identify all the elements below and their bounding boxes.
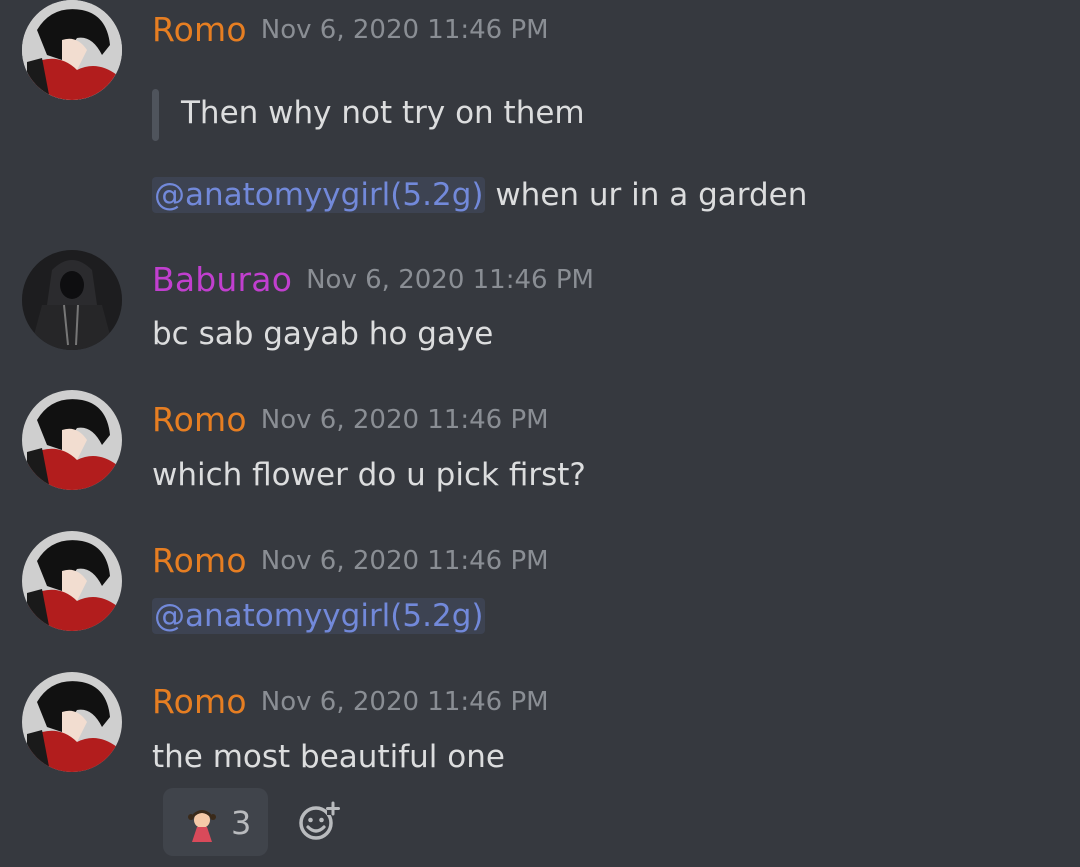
avatar-baburao[interactable] (22, 250, 122, 350)
chat-messages: Romo Nov 6, 2020 11:46 PM Then why not tr… (0, 0, 1080, 867)
username[interactable]: Baburao (152, 260, 292, 299)
anime-avatar-icon (22, 672, 122, 772)
message-header: Baburao Nov 6, 2020 11:46 PM (152, 260, 594, 299)
quote-bar (152, 89, 159, 141)
avatar-romo[interactable] (22, 531, 122, 631)
message-header: Romo Nov 6, 2020 11:46 PM (152, 10, 549, 49)
add-reaction-icon[interactable] (298, 800, 340, 842)
message-text: which flower do u pick first? (152, 457, 586, 493)
quote-text: Then why not try on them (181, 95, 585, 131)
message-content: bc sab gayab ho gaye (152, 316, 493, 352)
message-text: bc sab gayab ho gaye (152, 316, 494, 352)
avatar-romo[interactable] (22, 672, 122, 772)
username[interactable]: Romo (152, 682, 247, 721)
timestamp[interactable]: Nov 6, 2020 11:46 PM (261, 15, 549, 45)
username[interactable]: Romo (152, 10, 247, 49)
message-content: @anatomyygirl(5.2g) when ur in a garden (152, 177, 807, 213)
girl-emoji-icon (188, 810, 216, 842)
message-header: Romo Nov 6, 2020 11:46 PM (152, 400, 549, 439)
reaction-count: 3 (231, 804, 252, 842)
message-content: the most beautiful one (152, 739, 505, 775)
message-text: when ur in a garden (485, 177, 808, 213)
username[interactable]: Romo (152, 541, 247, 580)
avatar-romo[interactable] (22, 0, 122, 100)
user-mention[interactable]: @anatomyygirl(5.2g) (152, 177, 486, 213)
hooded-figure-avatar-icon (22, 250, 122, 350)
reaction-button[interactable]: 3 (163, 788, 268, 856)
timestamp[interactable]: Nov 6, 2020 11:46 PM (261, 546, 549, 576)
message-text: the most beautiful one (152, 739, 505, 775)
timestamp[interactable]: Nov 6, 2020 11:46 PM (261, 405, 549, 435)
avatar-romo[interactable] (22, 390, 122, 490)
message-content: @anatomyygirl(5.2g) (152, 598, 486, 634)
timestamp[interactable]: Nov 6, 2020 11:46 PM (306, 265, 594, 295)
anime-avatar-icon (22, 531, 122, 631)
timestamp[interactable]: Nov 6, 2020 11:46 PM (261, 687, 549, 717)
anime-avatar-icon (22, 0, 122, 100)
message-header: Romo Nov 6, 2020 11:46 PM (152, 682, 549, 721)
message-header: Romo Nov 6, 2020 11:46 PM (152, 541, 549, 580)
message-content: which flower do u pick first? (152, 457, 586, 493)
anime-avatar-icon (22, 390, 122, 490)
username[interactable]: Romo (152, 400, 247, 439)
user-mention[interactable]: @anatomyygirl(5.2g) (152, 598, 486, 634)
